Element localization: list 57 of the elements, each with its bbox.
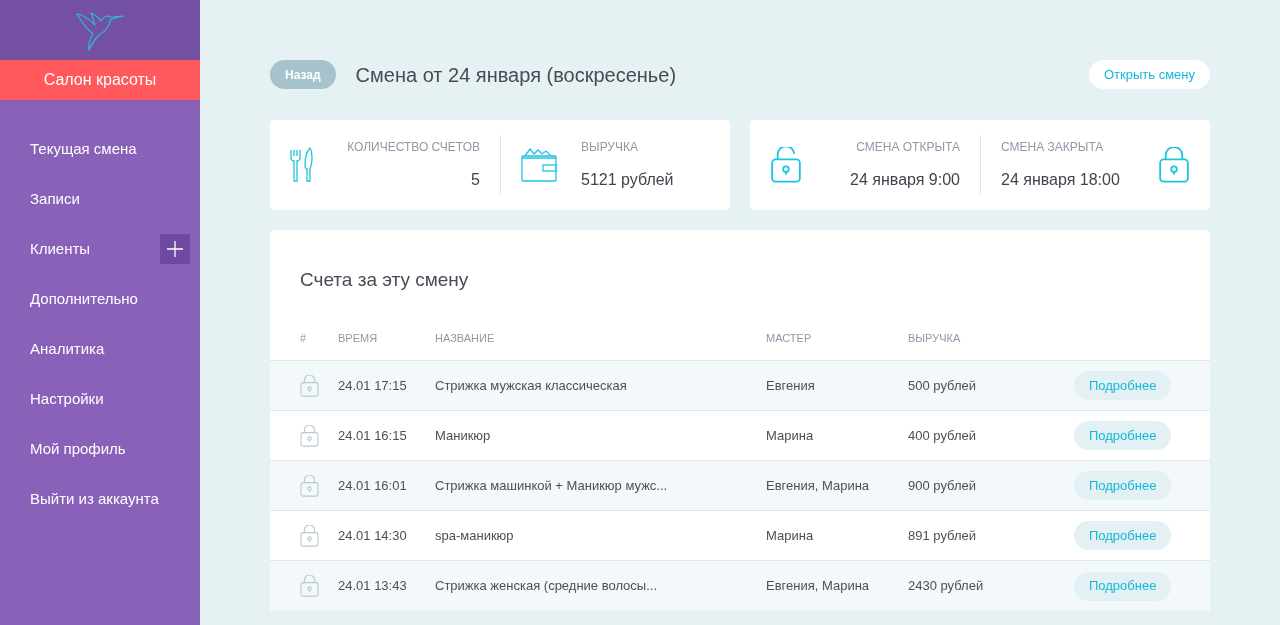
- table-cell: Евгения: [766, 377, 815, 393]
- table-cell: 900 рублей: [908, 477, 976, 493]
- nav-link[interactable]: Аналитика: [30, 337, 105, 361]
- padlock-icon: [300, 575, 319, 597]
- table-cell: 2430 рублей: [908, 578, 984, 594]
- table-cell: 24.01 14:30: [338, 527, 407, 543]
- column-header: ВРЕМЯ: [338, 331, 378, 344]
- nav-link[interactable]: Мой профиль: [30, 437, 126, 461]
- table-cell: Евгения, Марина: [766, 578, 870, 594]
- table-cell: Марина: [766, 527, 814, 543]
- table-cell: Евгения, Марина: [766, 477, 870, 493]
- salon-name: Салон красоты: [0, 60, 200, 100]
- nav-link[interactable]: Текущая смена: [30, 137, 137, 161]
- hummingbird-logo-icon: [75, 9, 125, 51]
- stat-value: 5: [471, 170, 480, 190]
- table-cell: 24.01 16:01: [338, 477, 407, 493]
- table-title: Счета за эту смену: [299, 268, 470, 292]
- open-shift-button[interactable]: Открыть смену: [1089, 60, 1210, 89]
- shift-label: СМЕНА ОТКРЫТА: [856, 139, 960, 156]
- stat-label: КОЛИЧЕСТВО СЧЕТОВ: [347, 139, 480, 156]
- table-cell: 500 рублей: [908, 377, 976, 393]
- add-client-button[interactable]: [160, 234, 190, 264]
- table-cell: Марина: [766, 427, 814, 443]
- table-cell: Маникюр: [435, 427, 491, 443]
- page-title: Смена от 24 января (воскресенье): [355, 62, 677, 88]
- fork-knife-icon: [290, 147, 316, 183]
- nav-link[interactable]: Клиенты: [30, 237, 91, 261]
- table-cell: Стрижка мужская классическая: [435, 377, 627, 393]
- table-cell: Стрижка женская (средние волосы...: [435, 578, 658, 594]
- table-cell: 24.01 16:15: [338, 427, 407, 443]
- column-header: ВЫРУЧКА: [908, 331, 961, 344]
- table-cell: 400 рублей: [908, 427, 976, 443]
- stat-label: ВЫРУЧКА: [581, 139, 638, 156]
- stat-value: 5121 рублей: [581, 170, 674, 190]
- padlock-icon: [300, 524, 319, 547]
- padlock-icon: [1158, 147, 1190, 183]
- table-cell: 891 рублей: [908, 527, 976, 543]
- shift-label: СМЕНА ЗАКРЫТА: [1001, 139, 1104, 156]
- table-cell: spa-маникюр: [435, 527, 514, 543]
- column-header: #: [300, 331, 307, 344]
- nav-link[interactable]: Настройки: [30, 387, 104, 411]
- padlock-icon: [300, 474, 319, 497]
- nav-link[interactable]: Записи: [30, 187, 80, 211]
- table-cell: 24.01 17:15: [338, 377, 407, 393]
- padlock-icon: [300, 374, 319, 397]
- nav-link[interactable]: Дополнительно: [30, 287, 138, 311]
- plus-icon: [167, 241, 183, 257]
- shift-time: 24 января 9:00: [850, 170, 960, 190]
- column-header: МАСТЕР: [766, 331, 812, 344]
- table-cell: 24.01 13:43: [338, 578, 407, 594]
- wallet-icon: [521, 148, 557, 182]
- nav-link[interactable]: Выйти из аккаунта: [30, 487, 159, 511]
- padlock-icon: [300, 424, 319, 447]
- column-header: НАЗВАНИЕ: [435, 331, 495, 344]
- shift-time: 24 января 18:00: [1001, 170, 1120, 190]
- unlocked-padlock-icon: [770, 147, 802, 183]
- table-cell: Стрижка машинкой + Маникюр мужс...: [435, 477, 668, 493]
